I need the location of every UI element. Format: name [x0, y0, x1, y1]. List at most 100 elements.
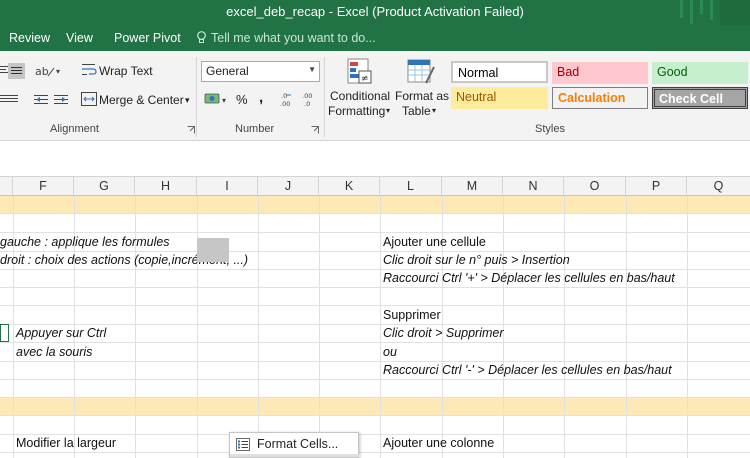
grid-line: [626, 196, 627, 458]
number-format-dropdown[interactable]: General ▼: [201, 61, 320, 82]
grid-line: [0, 305, 750, 306]
context-menu-next-item[interactable]: [230, 454, 360, 457]
grid-line: [319, 196, 320, 458]
conditional-formatting-line2[interactable]: Formatting: [328, 104, 385, 118]
cell-text: Supprimer: [383, 308, 441, 322]
tab-view[interactable]: View: [66, 31, 93, 45]
cell-text: Raccourci Ctrl '-' > Déplacer les cellul…: [383, 363, 672, 377]
column-header-q[interactable]: Q: [687, 177, 750, 196]
tab-review[interactable]: Review: [9, 31, 50, 45]
conditional-formatting-line1[interactable]: Conditional: [330, 89, 390, 103]
conditional-formatting-dropdown-icon[interactable]: ▾: [386, 106, 390, 115]
svg-text:.0: .0: [281, 92, 287, 100]
conditional-formatting-icon: ≠: [347, 58, 372, 84]
column-header-n[interactable]: N: [503, 177, 564, 196]
format-as-table-line1[interactable]: Format as: [395, 89, 449, 103]
alignment-group-label: Alignment: [50, 123, 99, 135]
orientation-icon[interactable]: ab ▾: [35, 63, 63, 79]
grid-line: [0, 287, 750, 288]
column-header-k[interactable]: K: [319, 177, 380, 196]
cell-text: Modifier la largeur: [16, 436, 117, 450]
merge-center-button[interactable]: Merge & Center: [99, 93, 184, 107]
svg-text:.00: .00: [302, 92, 312, 100]
number-format-value: General: [206, 64, 249, 78]
cell-style-bad[interactable]: Bad: [552, 62, 648, 84]
grid-line: [0, 415, 750, 416]
ribbon-separator: [324, 57, 325, 137]
highlight-row: [0, 398, 750, 415]
svg-text:≠: ≠: [361, 74, 369, 84]
styles-group-label: Styles: [535, 123, 565, 135]
svg-text:▾: ▾: [222, 96, 226, 105]
column-header-e[interactable]: [0, 177, 13, 196]
alignment-launcher-icon[interactable]: [187, 126, 195, 134]
tell-me-text: Tell me what you want to do...: [211, 31, 376, 45]
tab-power-pivot[interactable]: Power Pivot: [114, 31, 181, 45]
column-headers: F G H I J K L M N O P Q: [0, 177, 750, 196]
highlight-row: [0, 196, 750, 213]
align-bottom-icon[interactable]: [0, 93, 20, 105]
align-middle-icon[interactable]: [8, 63, 25, 79]
decimal-buttons-icon[interactable]: .0 .00 .00 .0: [280, 90, 320, 108]
wrap-text-button[interactable]: Wrap Text: [99, 64, 153, 78]
selected-column-shade: [197, 238, 229, 262]
context-menu-format-cells[interactable]: Format Cells...: [257, 437, 338, 451]
grid-line: [564, 196, 565, 458]
format-as-table-dropdown-icon[interactable]: ▾: [432, 106, 436, 115]
cell-text: Ajouter une cellule: [383, 235, 486, 249]
title-bar: excel_deb_recap - Excel (Product Activat…: [0, 0, 750, 26]
grid-line: [0, 379, 750, 380]
cell-text: Ajouter une colonne: [383, 436, 495, 450]
merge-dropdown-icon[interactable]: ▾: [185, 95, 190, 106]
selected-cell-border: [0, 324, 9, 342]
cell-text: gauche : applique les formules: [0, 235, 170, 249]
ribbon-separator: [196, 57, 197, 137]
format-as-table-line2[interactable]: Table: [402, 104, 431, 118]
cell-style-check-cell[interactable]: Check Cell: [652, 87, 748, 109]
cell-style-good[interactable]: Good: [652, 62, 748, 84]
grid-line: [0, 452, 750, 453]
column-header-h[interactable]: H: [135, 177, 197, 196]
column-header-j[interactable]: J: [258, 177, 319, 196]
worksheet-grid[interactable]: gauche : applique les formules droit : c…: [0, 196, 750, 458]
cell-text: avec la souris: [16, 345, 93, 359]
ribbon: ab ▾ Wrap Text Merge & Center ▾ Alignmen…: [0, 51, 750, 141]
grid-line: [0, 324, 750, 325]
column-header-g[interactable]: G: [74, 177, 135, 196]
cell-style-neutral[interactable]: Neutral: [451, 87, 548, 109]
dropdown-arrow-icon: ▼: [308, 65, 316, 74]
cell-style-normal[interactable]: Normal: [451, 61, 548, 83]
svg-text:▾: ▾: [56, 67, 60, 76]
comma-style-button[interactable]: ,: [259, 89, 263, 106]
column-header-m[interactable]: M: [442, 177, 503, 196]
cell-text: Raccourci Ctrl '+' > Déplacer les cellul…: [383, 271, 675, 285]
grid-line: [0, 397, 750, 398]
cell-text: ou: [383, 345, 397, 359]
column-header-f[interactable]: F: [13, 177, 74, 196]
cell-style-calculation[interactable]: Calculation: [552, 87, 648, 109]
title-bar-decoration: [680, 0, 750, 26]
indent-icons[interactable]: [34, 91, 70, 107]
grid-line: [197, 196, 198, 458]
grid-line: [0, 342, 750, 343]
wrap-text-icon: [82, 64, 97, 75]
column-header-o[interactable]: O: [564, 177, 626, 196]
grid-line: [258, 196, 259, 458]
formula-bar-area: [0, 141, 750, 177]
tell-me-search[interactable]: Tell me what you want to do...: [196, 31, 376, 45]
number-launcher-icon[interactable]: [311, 126, 319, 134]
svg-text:.00: .00: [280, 100, 290, 108]
cell-text: Appuyer sur Ctrl: [16, 326, 107, 340]
cell-text: Clic droit > Supprimer: [383, 326, 504, 340]
accounting-format-icon[interactable]: ▾: [204, 91, 232, 107]
percent-style-button[interactable]: %: [236, 92, 248, 107]
context-menu: Format Cells...: [229, 432, 360, 458]
column-header-p[interactable]: P: [626, 177, 687, 196]
format-as-table-icon: [407, 59, 435, 84]
grid-line: [0, 213, 750, 214]
merge-center-icon: [81, 92, 97, 106]
svg-text:.0: .0: [304, 100, 310, 108]
column-header-i[interactable]: I: [197, 177, 258, 196]
cell-text: Clic droit sur le n° puis > Insertion: [383, 253, 570, 267]
column-header-l[interactable]: L: [380, 177, 442, 196]
